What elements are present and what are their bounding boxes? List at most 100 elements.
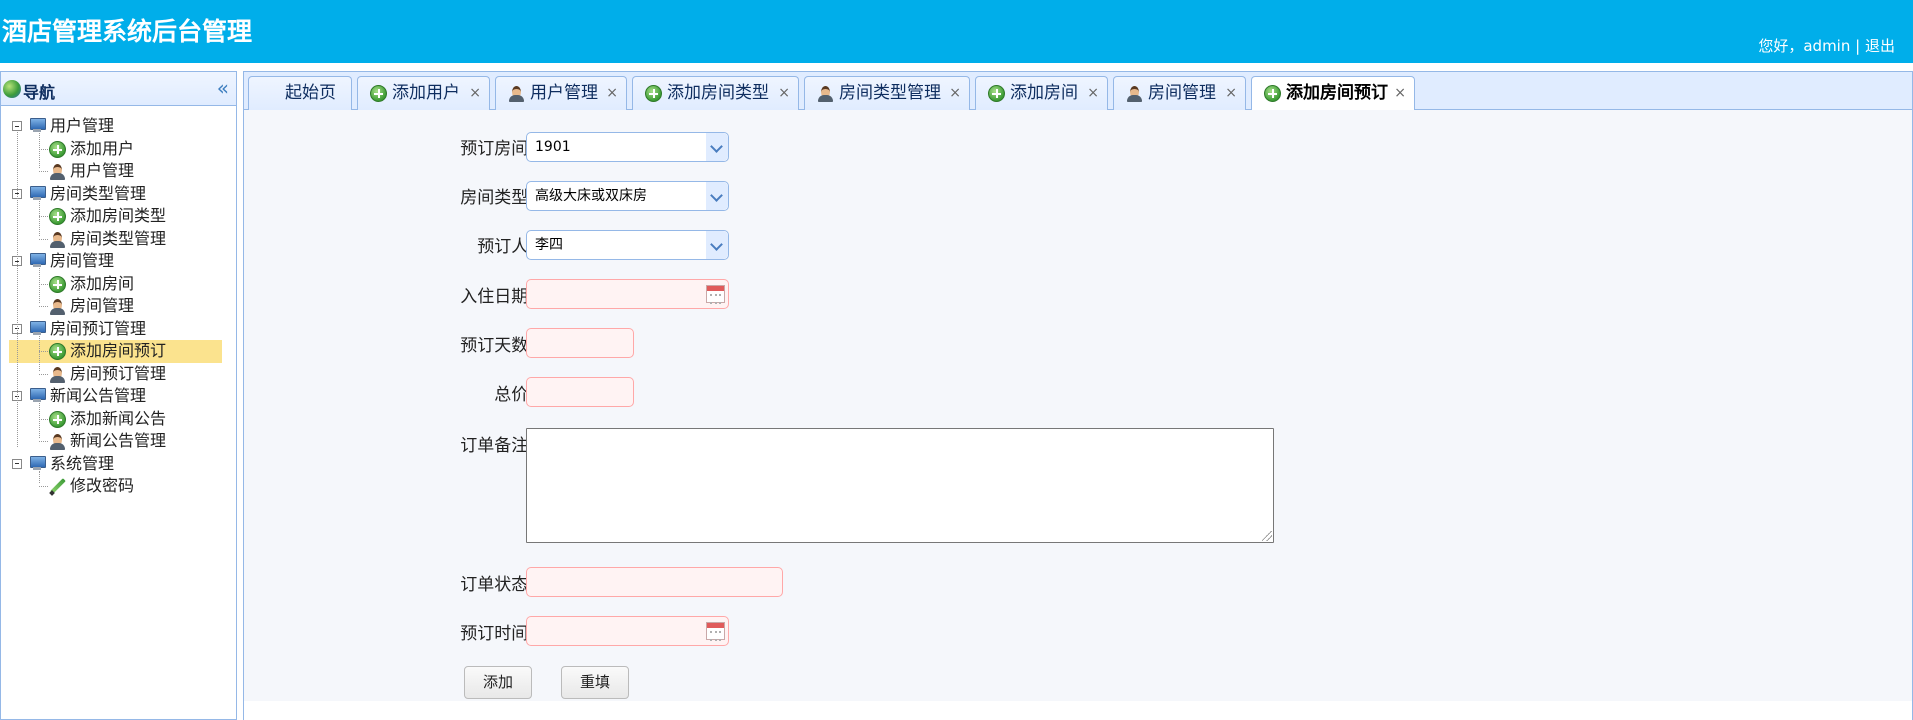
- close-icon[interactable]: ×: [606, 77, 618, 109]
- tree-item[interactable]: 修改密码: [1, 475, 236, 498]
- calendar-icon[interactable]: [706, 285, 725, 304]
- globe-icon: [3, 80, 21, 98]
- tab-3[interactable]: 添加房间类型 ×: [632, 76, 799, 110]
- user-icon: [49, 433, 66, 450]
- tree-group[interactable]: 房间预订管理: [1, 318, 236, 341]
- remark-textarea[interactable]: [526, 428, 1274, 543]
- tree-item[interactable]: 房间预订管理: [1, 363, 236, 386]
- checkin-label: 入住日期:: [460, 287, 534, 307]
- tree-group-label: 新闻公告管理: [50, 386, 147, 405]
- tab-6[interactable]: 房间管理 ×: [1113, 76, 1246, 110]
- tab-7[interactable]: 添加房间预订 ×: [1251, 76, 1415, 111]
- logout-link[interactable]: 退出: [1865, 37, 1895, 55]
- tab-label: 添加房间类型: [667, 83, 769, 103]
- tree-connector: [39, 486, 48, 487]
- close-icon[interactable]: ×: [1394, 77, 1406, 109]
- nav-tree: 用户管理 添加用户 用户管理 房间类型管理 添加房间类型 房间类型管理 房间管理 添加房间 房间…: [1, 106, 236, 498]
- user-icon: [49, 231, 66, 248]
- content-footer-area: [244, 701, 1912, 720]
- user-icon: [49, 366, 66, 383]
- tree-item-label: 添加新闻公告: [70, 408, 167, 428]
- close-icon[interactable]: ×: [469, 77, 481, 109]
- total-input[interactable]: [526, 377, 634, 407]
- tab-label: 起始页: [285, 83, 336, 103]
- tree-item-label: 用户管理: [70, 161, 135, 180]
- plus-icon: [49, 140, 66, 158]
- user-icon: [49, 163, 66, 180]
- tree-item[interactable]: 新闻公告管理: [1, 430, 236, 453]
- user-icon: [49, 298, 66, 315]
- tree-item[interactable]: 添加房间: [1, 273, 236, 296]
- booktime-label: 预订时间:: [460, 624, 534, 644]
- tree-connector: [17, 132, 18, 447]
- add-button[interactable]: 添加: [464, 666, 532, 699]
- chevron-down-icon[interactable]: [706, 231, 728, 259]
- tree-connector: [39, 148, 48, 150]
- nav-sidebar: 导航 « 用户管理 添加用户 用户管理 房间类型管理 添加房间类型 房间类型管理 房间管理添…: [0, 71, 237, 720]
- tree-group-label: 房间管理: [50, 251, 115, 270]
- tab-label: 房间类型管理: [839, 83, 941, 103]
- total-label: 总价:: [494, 385, 534, 405]
- tab-4[interactable]: 房间类型管理 ×: [804, 76, 970, 110]
- booker-label: 预订人:: [477, 237, 534, 257]
- roomtype-select[interactable]: 高级大床或双床房: [526, 181, 729, 211]
- collapse-toggle-icon[interactable]: [12, 121, 22, 131]
- tab-1[interactable]: 添加用户 ×: [357, 76, 490, 110]
- tree-item[interactable]: 添加房间类型: [1, 205, 236, 228]
- booker-select[interactable]: 李四: [526, 230, 729, 260]
- status-label: 订单状态:: [460, 575, 534, 595]
- roomtype-select-value: 高级大床或双床房: [535, 188, 647, 204]
- tree-item-label: 添加房间类型: [70, 206, 167, 225]
- tree-group[interactable]: 房间类型管理: [1, 183, 236, 206]
- booktime-input[interactable]: [526, 616, 729, 646]
- tree-item-label: 添加用户: [70, 138, 135, 158]
- collapse-icon[interactable]: «: [217, 76, 229, 100]
- tree-connector: [39, 171, 48, 172]
- tree-connector: [39, 200, 40, 236]
- room-select[interactable]: 1901: [526, 132, 729, 162]
- tree-group[interactable]: 新闻公告管理: [1, 385, 236, 408]
- collapse-toggle-icon[interactable]: [12, 458, 22, 469]
- monitor-icon: [29, 388, 46, 402]
- chevron-down-icon[interactable]: [706, 182, 728, 210]
- plus-icon: [49, 343, 66, 360]
- monitor-icon: [29, 185, 46, 200]
- tab-label: 添加房间: [1010, 83, 1078, 103]
- tree-group[interactable]: 房间管理: [1, 250, 236, 273]
- checkin-date-input[interactable]: [526, 279, 729, 309]
- close-icon[interactable]: ×: [1087, 77, 1099, 109]
- monitor-icon: [29, 253, 46, 267]
- tab-5[interactable]: 添加房间 ×: [975, 76, 1108, 110]
- close-icon[interactable]: ×: [949, 77, 961, 109]
- monitor-icon: [29, 118, 46, 132]
- plus-icon: [49, 410, 66, 428]
- close-icon[interactable]: ×: [1225, 77, 1237, 109]
- pencil-icon: [49, 478, 66, 495]
- tab-0[interactable]: 起始页: [248, 76, 352, 110]
- tree-group-label: 系统管理: [50, 453, 115, 473]
- resize-grip-icon[interactable]: [1262, 531, 1272, 541]
- reset-button[interactable]: 重填: [561, 666, 629, 699]
- tree-item[interactable]: 添加新闻公告: [1, 408, 236, 431]
- chevron-down-icon[interactable]: [706, 133, 728, 161]
- tree-item[interactable]: 添加用户: [1, 138, 236, 161]
- tree-group[interactable]: 用户管理: [1, 115, 236, 138]
- plus-icon: [49, 208, 66, 225]
- close-icon[interactable]: ×: [778, 77, 790, 109]
- tab-label: 用户管理: [530, 83, 598, 103]
- tree-item-label: 房间类型管理: [70, 228, 167, 248]
- room-select-value: 1901: [535, 139, 571, 155]
- days-input[interactable]: [526, 328, 634, 358]
- tree-item[interactable]: 房间类型管理: [1, 228, 236, 251]
- tree-item[interactable]: 房间管理: [1, 295, 236, 318]
- tree-item[interactable]: 用户管理: [1, 160, 236, 183]
- status-input[interactable]: [526, 567, 783, 597]
- user-bar: 您好，admin | 退出: [1758, 35, 1895, 56]
- tree-group[interactable]: 系统管理: [1, 453, 236, 476]
- tab-2[interactable]: 用户管理 ×: [495, 76, 627, 110]
- tree-item-label: 添加房间: [70, 273, 135, 293]
- calendar-icon[interactable]: [706, 622, 725, 641]
- monitor-icon: [29, 320, 46, 335]
- user-icon: [508, 85, 525, 102]
- greeting-text: 您好，: [1758, 37, 1804, 55]
